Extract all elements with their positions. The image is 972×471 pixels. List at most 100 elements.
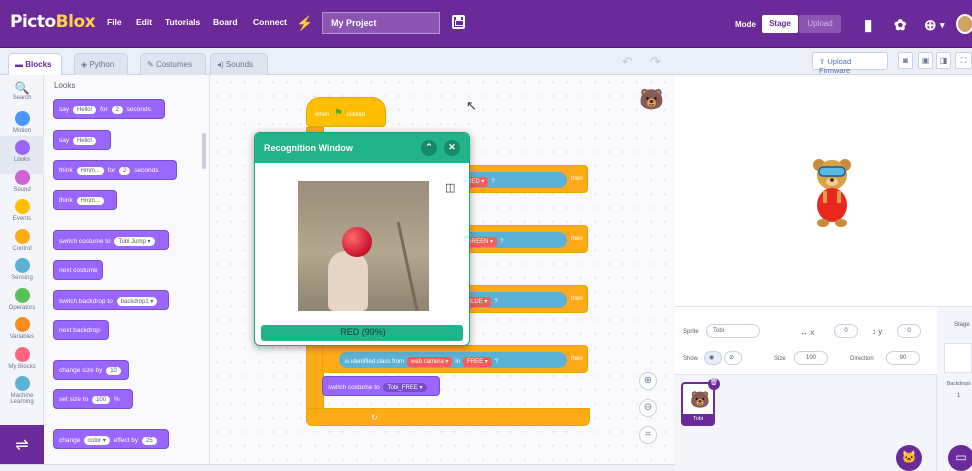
palette-block[interactable]: set size to 100 %	[53, 389, 133, 409]
tab-costumes[interactable]: ✎ Costumes	[140, 53, 206, 75]
zoom-in-icon[interactable]: ⊕	[639, 372, 657, 390]
block-input[interactable]: 2	[111, 106, 123, 114]
block-input[interactable]: Hello!	[72, 137, 97, 145]
add-sprite-button[interactable]: 🐱	[896, 445, 922, 471]
backdrops-count: 1	[957, 393, 961, 399]
show-hidden-icon[interactable]: ⊘	[724, 351, 742, 365]
save-icon[interactable]	[452, 15, 465, 29]
upload-firmware-button[interactable]: ⇪ Upload Firmware	[812, 52, 888, 75]
block-text: change size by	[59, 367, 103, 374]
palette-block[interactable]: think Hmm...	[53, 190, 117, 210]
palette-block[interactable]: say Hello! for 2 seconds	[53, 99, 165, 119]
category-dot-icon	[14, 376, 30, 391]
delete-sprite-icon[interactable]: 🗑	[708, 378, 720, 390]
palette-block[interactable]: next costume	[53, 260, 103, 280]
avatar[interactable]	[956, 14, 972, 34]
small-stage-icon[interactable]: ▣	[918, 52, 933, 69]
category-dot-icon	[14, 258, 30, 273]
sprite-name-input[interactable]: Tobi	[706, 324, 760, 338]
zoom-reset-icon[interactable]: =	[639, 426, 657, 444]
mode-stage-button[interactable]: Stage	[762, 15, 798, 33]
block-input[interactable]: 100	[92, 396, 111, 404]
fullscreen-icon[interactable]: ⛶	[955, 52, 972, 69]
recognition-window[interactable]: Recognition Window ⌃ ✕ ◫ RED (99%)	[254, 132, 470, 346]
block-input[interactable]: 25	[141, 437, 157, 445]
horizontal-scrollbar[interactable]	[0, 464, 675, 471]
palette-block[interactable]: switch backdrop to backdrop1 ▾	[53, 290, 169, 310]
large-stage-icon[interactable]: ◨	[936, 52, 951, 69]
category-label: Events	[12, 216, 32, 222]
if-then-block[interactable]: is identified class from web camera ▾ in FR…	[322, 345, 588, 373]
add-extension-icon: ⇌	[15, 437, 29, 454]
menu-edit[interactable]: Edit	[136, 17, 152, 27]
menu-tutorials[interactable]: Tutorials	[165, 17, 200, 27]
condition-dropdown[interactable]: FREE ▾	[463, 357, 492, 367]
size-input[interactable]: 100	[794, 351, 828, 365]
camera-flip-icon[interactable]: ◫	[445, 181, 455, 194]
loop-arrow-icon: ↻	[371, 413, 378, 422]
collapse-icon[interactable]: ⌃	[421, 140, 437, 156]
connect-plug-icon[interactable]: ⚡	[296, 15, 313, 32]
close-icon[interactable]: ✕	[444, 140, 460, 156]
palette-block[interactable]: think Hmm... for 2 seconds	[53, 160, 177, 180]
recognition-window-header[interactable]: Recognition Window	[255, 133, 469, 163]
tab-python[interactable]: ◈ Python	[74, 53, 128, 75]
speaker-icon: ◂)	[217, 60, 226, 69]
stage-panel-label: Stage	[954, 322, 970, 328]
globe-icon[interactable]: ⊕	[924, 16, 937, 34]
block-input[interactable]: 10	[106, 367, 121, 375]
undo-icon[interactable]: ↶	[622, 54, 633, 70]
switch-costume-block[interactable]: switch costume to Tobi_FREE ▾	[322, 376, 440, 396]
add-backdrop-button[interactable]: ▭	[948, 445, 972, 471]
forever-block-bottom[interactable]: ↻	[306, 408, 590, 426]
identified-class-condition[interactable]: is identified class from web camera ▾ in FR…	[339, 352, 567, 368]
zoom-out-icon[interactable]: ⊖	[639, 399, 657, 417]
menu-file[interactable]: File	[107, 17, 122, 27]
when-flag-clicked-block[interactable]: when ⚑ clicked	[306, 97, 386, 127]
add-backdrop-icon: ▭	[955, 450, 967, 464]
block-input[interactable]: color ▾	[84, 436, 110, 445]
palette-block[interactable]: change size by 10	[53, 360, 129, 380]
block-input[interactable]: Hmm...	[76, 197, 104, 205]
block-input[interactable]: backdrop1 ▾	[116, 297, 158, 306]
menu-board[interactable]: Board	[213, 17, 238, 27]
block-text: next backdrop	[59, 327, 100, 334]
condition-dropdown[interactable]: web camera ▾	[407, 357, 453, 367]
hat-clicked-text: clicked	[347, 112, 366, 118]
costume-dropdown[interactable]: Tobi_FREE ▾	[383, 383, 427, 392]
backdrops-label: Backdrops	[947, 381, 971, 387]
show-visible-icon[interactable]: ◉	[704, 351, 722, 365]
tobi-sprite[interactable]	[807, 155, 857, 230]
sprite-y-input[interactable]: 0	[897, 324, 921, 338]
redo-icon[interactable]: ↷	[650, 54, 661, 70]
palette-scrollbar[interactable]	[202, 133, 206, 169]
sprite-x-input[interactable]: 0	[834, 324, 858, 338]
block-input[interactable]: Hello!	[72, 106, 97, 114]
palette-block[interactable]: switch costume to Tobi Jump ▾	[53, 230, 169, 250]
project-name-input[interactable]: My Project	[322, 12, 440, 34]
category-machine-learning[interactable]: Machine Learning	[0, 372, 44, 410]
camera-toggle-icon[interactable]: ◙	[898, 52, 913, 69]
block-input[interactable]: Hmm...	[76, 167, 104, 175]
block-text: for	[107, 167, 116, 174]
feedback-icon[interactable]: ▮	[864, 16, 872, 34]
block-input[interactable]: 2	[119, 167, 131, 175]
stage-thumbnail[interactable]	[944, 343, 972, 373]
pictoblox-logo[interactable]: PictoBlox	[10, 12, 96, 32]
palette-block[interactable]: next backdrop	[53, 320, 109, 340]
mode-upload-button[interactable]: Upload	[799, 15, 841, 33]
logo-text-blox: Blox	[55, 12, 96, 32]
y-arrows-icon: ↕ y	[872, 327, 883, 336]
chevron-down-icon[interactable]: ▾	[940, 20, 945, 31]
gear-icon[interactable]: ✿	[894, 16, 907, 34]
category-dot-icon	[14, 228, 30, 244]
block-input[interactable]: Tobi Jump ▾	[114, 237, 155, 246]
palette-block[interactable]: say Hello!	[53, 130, 111, 150]
palette-block[interactable]: change color ▾ effect by 25	[53, 429, 169, 449]
tab-blocks[interactable]: ▬ Blocks	[8, 53, 62, 75]
block-text: set size to	[59, 396, 89, 403]
menu-connect[interactable]: Connect	[253, 17, 287, 27]
direction-input[interactable]: 90	[886, 351, 920, 365]
category-label: Operators	[8, 304, 36, 311]
tab-sounds[interactable]: ◂) Sounds	[210, 53, 268, 75]
